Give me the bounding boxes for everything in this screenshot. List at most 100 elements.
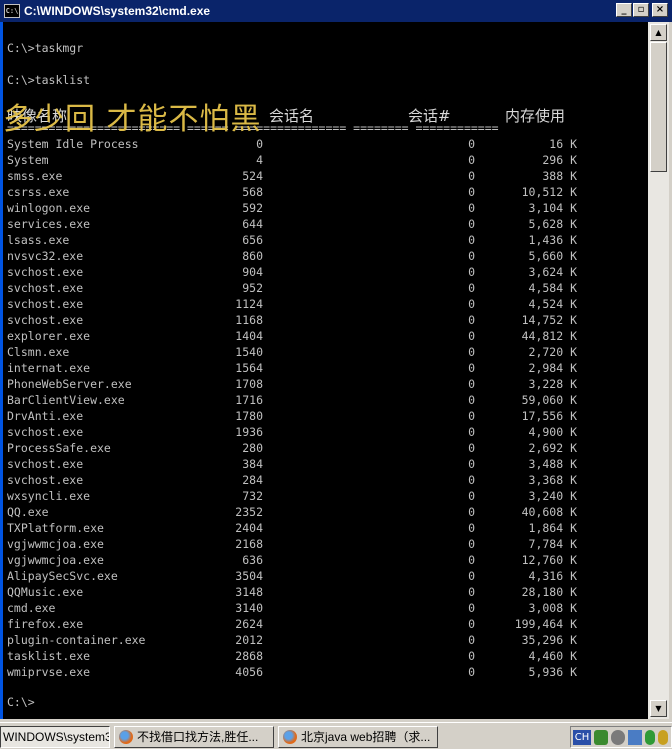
process-memory: 199,464 K [514,617,577,631]
process-session: 0 [468,345,475,359]
scroll-up-button[interactable]: ▲ [650,24,667,41]
taskbar-item-firefox-2[interactable]: 北京java web招聘（求... [278,726,438,748]
process-pid: 1564 [235,361,263,375]
process-memory: 1,436 K [528,233,577,247]
process-memory: 2,984 K [528,361,577,375]
process-pid: 644 [242,217,263,231]
process-memory: 3,008 K [528,601,577,615]
process-memory: 40,608 K [521,505,577,519]
process-memory: 35,296 K [521,633,577,647]
process-row: svchost.exe 384 0 3,488 K [3,456,643,472]
process-name: wxsyncli.exe [7,489,91,503]
process-pid: 732 [242,489,263,503]
process-name: System [7,153,49,167]
process-session: 0 [468,409,475,423]
process-session: 0 [468,281,475,295]
process-pid: 1540 [235,345,263,359]
maximize-button[interactable]: ▫ [633,3,649,17]
process-name: svchost.exe [7,297,84,311]
process-pid: 1404 [235,329,263,343]
minimize-button[interactable]: _ [616,3,632,17]
process-session: 0 [468,425,475,439]
taskbar-item-firefox-1[interactable]: 不找借口找方法,胜任... [114,726,274,748]
system-tray: CH [570,726,672,748]
cmd-icon[interactable]: C:\ [4,4,20,18]
close-button[interactable]: × [652,3,668,17]
tray-app-icon[interactable] [594,730,608,745]
process-row: explorer.exe 1404 0 44,812 K [3,328,643,344]
process-row: winlogon.exe 592 0 3,104 K [3,200,643,216]
tray-app-icon[interactable] [628,730,642,745]
taskbar-item-label: 北京java web招聘（求... [301,730,431,744]
taskbar-item-label: WINDOWS\system32... [3,730,109,744]
process-row: svchost.exe 1124 0 4,524 K [3,296,643,312]
process-name: csrss.exe [7,185,70,199]
title-bar[interactable]: C:\ C:\WINDOWS\system32\cmd.exe _ ▫ × [0,0,672,22]
process-pid: 592 [242,201,263,215]
security-icon[interactable] [645,730,655,745]
process-row: QQMusic.exe 3148 0 28,180 K [3,584,643,600]
process-name: svchost.exe [7,473,84,487]
process-pid: 1780 [235,409,263,423]
process-pid: 656 [242,233,263,247]
process-row: TXPlatform.exe 2404 0 1,864 K [3,520,643,536]
process-memory: 5,660 K [528,249,577,263]
process-pid: 3148 [235,585,263,599]
process-session: 0 [468,329,475,343]
process-session: 0 [468,201,475,215]
taskbar-item-label: 不找借口找方法,胜任... [137,730,259,744]
process-row: internat.exe 1564 0 2,984 K [3,360,643,376]
process-pid: 1716 [235,393,263,407]
process-session: 0 [468,457,475,471]
process-row: tasklist.exe 2868 0 4,460 K [3,648,643,664]
scroll-down-button[interactable]: ▼ [650,700,667,717]
process-name: TXPlatform.exe [7,521,104,535]
process-session: 0 [468,361,475,375]
process-row: svchost.exe 952 0 4,584 K [3,280,643,296]
process-name: BarClientView.exe [7,393,125,407]
scroll-thumb[interactable] [650,42,667,172]
process-pid: 2012 [235,633,263,647]
command-prompt[interactable]: C:\> [7,694,35,710]
process-name: QQMusic.exe [7,585,84,599]
process-session: 0 [468,249,475,263]
process-row: PhoneWebServer.exe 1708 0 3,228 K [3,376,643,392]
process-row: vgjwwmcjoa.exe 636 0 12,760 K [3,552,643,568]
process-memory: 3,488 K [528,457,577,471]
process-pid: 952 [242,281,263,295]
process-row: lsass.exe 656 0 1,436 K [3,232,643,248]
process-row: AlipaySecSvc.exe 3504 0 4,316 K [3,568,643,584]
process-pid: 280 [242,441,263,455]
process-pid: 860 [242,249,263,263]
process-name: svchost.exe [7,281,84,295]
process-session: 0 [468,601,475,615]
process-row: System 4 0 296 K [3,152,643,168]
process-memory: 17,556 K [521,409,577,423]
process-pid: 1936 [235,425,263,439]
process-session: 0 [468,649,475,663]
cmd-window: C:\ C:\WINDOWS\system32\cmd.exe _ ▫ × C:… [0,0,672,722]
ime-indicator[interactable]: CH [573,730,591,745]
process-memory: 388 K [542,169,577,183]
process-name: svchost.exe [7,457,84,471]
process-pid: 3504 [235,569,263,583]
process-memory: 5,628 K [528,217,577,231]
taskbar-item-cmd[interactable]: WINDOWS\system32... [0,726,110,748]
process-memory: 3,368 K [528,473,577,487]
process-pid: 384 [242,457,263,471]
process-session: 0 [468,473,475,487]
process-row: csrss.exe 568 0 10,512 K [3,184,643,200]
network-icon[interactable] [611,730,625,745]
process-pid: 1124 [235,297,263,311]
process-row: svchost.exe 1168 0 14,752 K [3,312,643,328]
process-pid: 284 [242,473,263,487]
tray-app-icon[interactable] [658,730,668,745]
process-row: svchost.exe 284 0 3,368 K [3,472,643,488]
process-row: nvsvc32.exe 860 0 5,660 K [3,248,643,264]
process-memory: 5,936 K [528,665,577,679]
process-row: BarClientView.exe 1716 0 59,060 K [3,392,643,408]
console-output[interactable]: C:\>taskmgr C:\>tasklist 映像名称 会话名 会话# 内存… [3,22,648,719]
process-name: svchost.exe [7,313,84,327]
process-name: vgjwwmcjoa.exe [7,553,104,567]
vertical-scrollbar[interactable]: ▲ ▼ [648,22,669,719]
